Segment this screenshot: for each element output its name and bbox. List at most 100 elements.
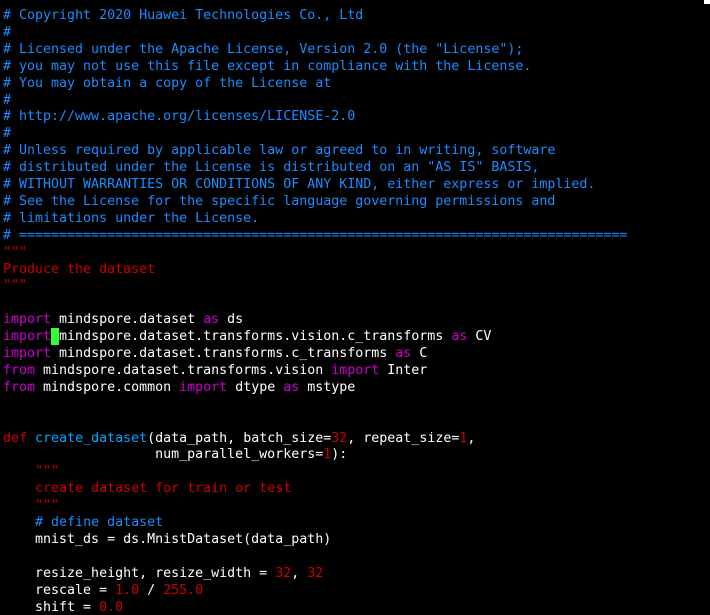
- code-line[interactable]: """: [3, 463, 59, 480]
- code-token-string: """: [35, 498, 60, 514]
- code-token-plain: mstype: [299, 379, 356, 395]
- code-token-comment: # Copyright 2020 Huawei Technologies Co.…: [3, 8, 364, 23]
- code-token-keyword: as: [395, 346, 412, 361]
- code-token-comment: # distributed under the License is distr…: [3, 160, 540, 176]
- text-cursor: [51, 328, 60, 346]
- code-token-string: """: [3, 244, 28, 260]
- code-token-plain: mindspore.common: [35, 379, 180, 395]
- code-token-comment: #: [3, 126, 12, 142]
- code-line[interactable]: # Unless required by applicable law or a…: [3, 142, 555, 159]
- code-line[interactable]: rescale = 1.0 / 255.0: [3, 582, 203, 599]
- code-token-number: 0.0: [99, 599, 124, 615]
- code-token-comment: # define dataset: [35, 515, 164, 530]
- code-token-plain: ,: [291, 565, 308, 581]
- code-line[interactable]: """: [3, 277, 27, 294]
- code-line[interactable]: import mindspore.dataset.transforms.visi…: [3, 328, 492, 346]
- code-token-number: 32: [275, 565, 292, 581]
- code-token-comment: # ======================================…: [3, 227, 628, 243]
- code-token-keyword: import: [3, 329, 52, 345]
- code-token-keyword: import: [3, 346, 52, 361]
- code-token-number: 32: [307, 565, 324, 581]
- code-line[interactable]: # define dataset: [3, 514, 163, 531]
- code-token-plain: mindspore.dataset.transforms.c_transform…: [51, 346, 396, 361]
- code-token-comment: # See the License for the specific langu…: [3, 193, 556, 209]
- scrollbar-thumb[interactable]: [704, 0, 710, 4]
- code-token-plain: mindspore.dataset.transforms.vision: [35, 362, 332, 378]
- code-token-plain: (data_path, batch_size=: [147, 430, 332, 446]
- code-token-plain: mindspore.dataset.transforms.vision.c_tr…: [59, 329, 452, 345]
- code-token-keyword: as: [203, 312, 220, 328]
- code-line[interactable]: # Licensed under the Apache License, Ver…: [3, 41, 523, 58]
- code-token-comment: # you may not use this file except in co…: [3, 58, 532, 74]
- code-line[interactable]: # ======================================…: [3, 227, 627, 244]
- code-token-plain: dtype: [227, 379, 284, 395]
- code-line[interactable]: create dataset for train or test: [3, 480, 291, 497]
- code-token-plain: resize_height, resize_width =: [3, 565, 276, 581]
- code-token-keyword: from: [3, 379, 36, 395]
- code-token-plain: ds: [219, 312, 244, 328]
- code-line[interactable]: #: [3, 125, 11, 142]
- code-line[interactable]: # Copyright 2020 Huawei Technologies Co.…: [3, 7, 363, 24]
- code-line[interactable]: # limitations under the License.: [3, 210, 259, 227]
- code-line[interactable]: # See the License for the specific langu…: [3, 193, 555, 210]
- code-line[interactable]: import mindspore.dataset.transforms.c_tr…: [3, 345, 427, 362]
- code-line[interactable]: num_parallel_workers=1):: [3, 446, 347, 463]
- code-token-plain: num_parallel_workers=: [3, 447, 324, 463]
- code-token-plain: ):: [331, 447, 348, 463]
- code-token-comment: # WITHOUT WARRANTIES OR CONDITIONS OF AN…: [3, 177, 596, 192]
- code-token-keyword: import: [179, 379, 228, 395]
- code-token-plain: CV: [467, 329, 492, 345]
- code-token-string: create dataset for train or test: [35, 481, 292, 497]
- code-token-plain: rescale =: [3, 582, 116, 598]
- code-token-string: """: [35, 464, 60, 480]
- code-line[interactable]: """: [3, 244, 27, 261]
- code-token-plain: Inter: [379, 362, 428, 378]
- code-token-keyword: as: [283, 379, 300, 395]
- code-token-comment: # Unless required by applicable law or a…: [3, 143, 556, 159]
- code-line[interactable]: # you may not use this file except in co…: [3, 58, 531, 75]
- code-token-keyword: import: [3, 312, 52, 328]
- code-token-plain: mnist_ds = ds.MnistDataset(data_path): [3, 531, 332, 547]
- code-token-def: def: [3, 430, 28, 446]
- code-token-plain: ,: [467, 430, 476, 446]
- code-token-string: Produce the dataset: [3, 261, 156, 277]
- code-line[interactable]: resize_height, resize_width = 32, 32: [3, 565, 323, 582]
- code-token-keyword: from: [3, 362, 36, 378]
- code-line[interactable]: import mindspore.dataset as ds: [3, 311, 243, 328]
- code-line[interactable]: mnist_ds = ds.MnistDataset(data_path): [3, 531, 331, 548]
- code-line[interactable]: from mindspore.dataset.transforms.vision…: [3, 362, 427, 379]
- code-token-plain: C: [411, 346, 428, 361]
- code-token-number: 255.0: [163, 582, 204, 598]
- code-line[interactable]: def create_dataset(data_path, batch_size…: [3, 430, 475, 447]
- code-token-comment: #: [3, 24, 12, 40]
- code-line[interactable]: # WITHOUT WARRANTIES OR CONDITIONS OF AN…: [3, 176, 595, 193]
- code-line[interactable]: #: [3, 92, 11, 109]
- code-line[interactable]: Produce the dataset: [3, 261, 155, 278]
- code-token-comment: # You may obtain a copy of the License a…: [3, 75, 332, 91]
- code-token-plain: shift =: [3, 599, 100, 615]
- code-token-keyword: import: [331, 362, 380, 378]
- terminal-window[interactable]: # Copyright 2020 Huawei Technologies Co.…: [0, 0, 710, 615]
- code-token-plain: , repeat_size=: [347, 430, 460, 446]
- code-token-comment: # http://www.apache.org/licenses/LICENSE…: [3, 109, 356, 125]
- code-line[interactable]: #: [3, 24, 11, 41]
- code-token-comment: # Licensed under the Apache License, Ver…: [3, 41, 524, 57]
- code-token-comment: #: [3, 92, 12, 108]
- code-line[interactable]: # http://www.apache.org/licenses/LICENSE…: [3, 108, 355, 125]
- code-token-keyword: as: [451, 329, 468, 345]
- code-line[interactable]: shift = 0.0: [3, 599, 123, 615]
- code-line[interactable]: """: [3, 497, 59, 514]
- code-token-func: create_dataset: [35, 430, 148, 446]
- code-token-comment: # limitations under the License.: [3, 210, 260, 226]
- code-line[interactable]: from mindspore.common import dtype as ms…: [3, 379, 355, 396]
- code-line[interactable]: # You may obtain a copy of the License a…: [3, 75, 331, 92]
- code-token-number: 1.0: [115, 582, 140, 598]
- code-token-string: """: [3, 278, 28, 294]
- code-token-plain: mindspore.dataset: [51, 312, 204, 328]
- code-line[interactable]: # distributed under the License is distr…: [3, 159, 539, 176]
